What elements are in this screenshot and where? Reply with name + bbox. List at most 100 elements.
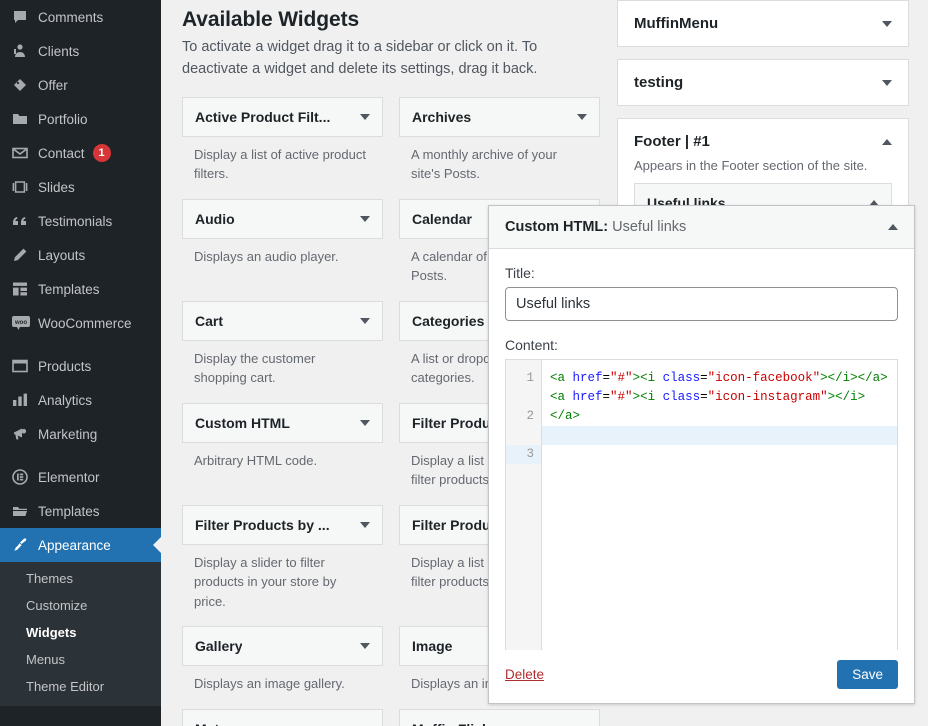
svg-text:woo: woo [14, 320, 27, 326]
chevron-down-icon[interactable] [882, 20, 892, 27]
code-line[interactable] [542, 426, 897, 445]
code-token: = [700, 390, 708, 404]
submenu-item-theme-editor[interactable]: Theme Editor [0, 673, 161, 700]
sidebar-item-offer[interactable]: Offer [0, 68, 161, 102]
submenu-item-themes[interactable]: Themes [0, 565, 161, 592]
code-editor-content[interactable]: <a href="#"><i class="icon-facebook"></i… [542, 360, 897, 650]
chevron-down-icon[interactable] [360, 521, 370, 528]
code-token: <a [550, 371, 573, 385]
submenu-item-customize[interactable]: Customize [0, 592, 161, 619]
widget-area-name: testing [634, 74, 684, 91]
sidebar-item-analytics[interactable]: Analytics [0, 383, 161, 417]
sidebar-item-contact[interactable]: Contact 1 [0, 136, 161, 170]
line-number-wrap [506, 426, 541, 445]
widget-toggle-custom-html[interactable]: Custom HTML [182, 402, 383, 443]
sidebar-item-appearance[interactable]: Appearance [0, 528, 161, 562]
sidebar-item-woocommerce[interactable]: woo WooCommerce [0, 306, 161, 340]
tag-icon [12, 77, 38, 93]
sidebar-item-slides[interactable]: Slides [0, 170, 161, 204]
widget-toggle-audio[interactable]: Audio [182, 198, 383, 239]
sidebar-item-label: Templates [38, 503, 100, 519]
sidebar-item-label: Appearance [38, 537, 111, 553]
sidebar-item-label: Analytics [38, 392, 93, 408]
sidebar-item-label: Comments [38, 9, 104, 25]
panel-title-value: Useful links [612, 219, 687, 235]
sidebar-item-testimonials[interactable]: Testimonials [0, 204, 161, 238]
submenu-item-widgets[interactable]: Widgets [0, 619, 161, 646]
code-token: ></i></a> [820, 371, 888, 385]
available-widget-card: Cart Display the customer shopping cart. [182, 300, 383, 397]
woo-icon: woo [12, 316, 38, 330]
sidebar-item-label: Products [38, 358, 92, 374]
widget-toggle-meta[interactable]: Meta [182, 708, 383, 726]
code-line[interactable]: <a href="#"><i class="icon-facebook"></i… [542, 369, 897, 388]
sidebar-item-portfolio[interactable]: Portfolio [0, 102, 161, 136]
panel-body: Title: Content: 123 <a href="#"><i class… [489, 249, 914, 650]
widget-toggle-muffin-flickr[interactable]: Muffin Flickr [399, 708, 600, 726]
code-token: "icon-instagram" [707, 390, 828, 404]
sidebar-item-label: Templates [38, 281, 100, 297]
sidebar-item-comments[interactable]: Comments [0, 0, 161, 34]
elementor-icon [12, 469, 38, 485]
available-widget-card: Meta [182, 708, 383, 726]
available-widget-card: Audio Displays an audio player. [182, 198, 383, 295]
chevron-down-icon[interactable] [360, 215, 370, 222]
widget-name: Categories [412, 312, 485, 329]
sidebar-item-label: Testimonials [38, 213, 113, 229]
widget-toggle-cart[interactable]: Cart [182, 300, 383, 341]
widget-area-header[interactable]: Footer | #1 [634, 133, 892, 150]
widget-name: Image [412, 638, 453, 655]
chevron-up-icon[interactable] [888, 224, 898, 230]
widget-area-testing: testing [617, 59, 909, 106]
widget-area-header[interactable]: testing [634, 74, 892, 91]
sidebar-item-elementor[interactable]: Elementor [0, 460, 161, 494]
widget-name: Muffin Flickr [412, 721, 495, 726]
sidebar-item-label: Layouts [38, 247, 86, 263]
widget-toggle-active-product-filt-[interactable]: Active Product Filt... [182, 96, 383, 137]
person-icon [12, 43, 38, 59]
chevron-up-icon[interactable] [882, 138, 892, 145]
delete-widget-link[interactable]: Delete [505, 667, 544, 682]
code-token: class [662, 390, 701, 404]
submenu-item-menus[interactable]: Menus [0, 646, 161, 673]
chevron-down-icon[interactable] [882, 79, 892, 86]
code-line[interactable]: <a href="#"><i class="icon-instagram"></… [542, 388, 897, 426]
sidebar-item-layouts[interactable]: Layouts [0, 238, 161, 272]
widget-name: Archives [412, 108, 472, 125]
html-code-editor[interactable]: 123 <a href="#"><i class="icon-facebook"… [505, 359, 898, 650]
code-token: "#" [610, 371, 633, 385]
chevron-down-icon[interactable] [360, 643, 370, 650]
widget-name: Gallery [195, 638, 243, 655]
panel-title: Custom HTML: Useful links [505, 219, 686, 235]
sidebar-item-clients[interactable]: Clients [0, 34, 161, 68]
widget-title-input[interactable] [505, 287, 898, 321]
widget-area-description: Appears in the Footer section of the sit… [634, 158, 868, 173]
page-title: Available Widgets [182, 8, 360, 31]
content-field-label: Content: [505, 337, 558, 353]
panel-header-toggle[interactable]: Custom HTML: Useful links [489, 206, 914, 249]
widget-area-header[interactable]: MuffinMenu [634, 15, 892, 32]
quote-icon [12, 213, 38, 229]
chevron-down-icon[interactable] [577, 113, 587, 120]
code-editor-gutter: 1 2 3 [506, 360, 542, 650]
sidebar-item-products[interactable]: Products [0, 349, 161, 383]
widget-toggle-gallery[interactable]: Gallery [182, 626, 383, 667]
chevron-down-icon[interactable] [360, 419, 370, 426]
available-widget-card: Archives A monthly archive of your site's… [399, 96, 600, 193]
chevron-down-icon[interactable] [360, 317, 370, 324]
widget-name: Filter Products by ... [195, 516, 330, 533]
sidebar-item-marketing[interactable]: Marketing [0, 417, 161, 451]
sidebar-item-templates[interactable]: Templates [0, 494, 161, 528]
bar-chart-icon [12, 392, 38, 408]
save-button[interactable]: Save [837, 660, 898, 689]
envelope-icon [12, 145, 38, 161]
widget-description: Display a list of active product filters… [194, 146, 366, 182]
chevron-down-icon[interactable] [360, 113, 370, 120]
widget-name: Audio [195, 210, 235, 227]
grid-icon [12, 281, 38, 297]
sidebar-item-templates[interactable]: Templates [0, 272, 161, 306]
widget-toggle-archives[interactable]: Archives [399, 96, 600, 137]
widget-description: Arbitrary HTML code. [194, 452, 318, 468]
line-number-wrap [506, 388, 541, 407]
widget-toggle-filter-products-by-[interactable]: Filter Products by ... [182, 504, 383, 545]
